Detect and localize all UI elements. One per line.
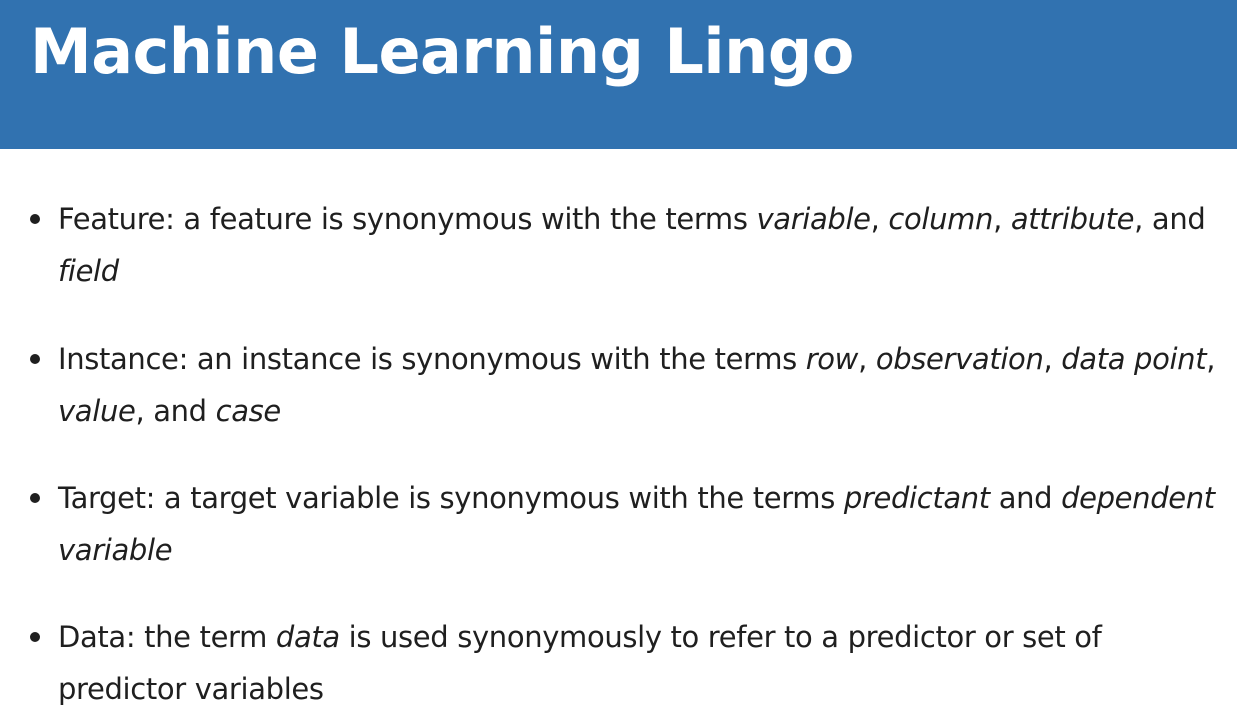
separator-text: and [989, 481, 1062, 515]
synonym: attribute [1010, 202, 1135, 236]
term-label: Data [58, 620, 126, 654]
term-label: Instance [58, 342, 179, 376]
synonym: value [58, 394, 136, 428]
synonym: observation [875, 342, 1044, 376]
separator-text: , [1043, 342, 1062, 376]
definition-text: : a feature is synonymous with the terms [165, 202, 757, 236]
separator-text: , [993, 202, 1011, 236]
separator-text: , [870, 202, 889, 236]
synonym: data [275, 620, 340, 654]
term-label: Target [58, 481, 146, 515]
bullet-target: Target: a target variable is synonymous … [30, 472, 1230, 576]
definition-text: : the term [125, 620, 276, 654]
definition-list: Feature: a feature is synonymous with th… [0, 0, 1237, 712]
separator-text: , [858, 342, 876, 376]
separator-text: , and [135, 394, 216, 428]
bullet-instance: Instance: an instance is synonymous with… [30, 333, 1230, 437]
synonym: column [888, 202, 994, 236]
term-label: Feature [58, 202, 166, 236]
separator-text: , and [1134, 202, 1206, 236]
definition-text: : an instance is synonymous with the ter… [178, 342, 806, 376]
definition-text: : a target variable is synonymous with t… [145, 481, 844, 515]
synonym: field [58, 254, 119, 288]
bullet-feature: Feature: a feature is synonymous with th… [30, 193, 1230, 297]
bullet-data: Data: the term data is used synonymously… [30, 611, 1230, 715]
separator-text: , [1206, 342, 1216, 376]
synonym: predictant [843, 481, 990, 515]
synonym: variable [756, 202, 871, 236]
synonym: case [215, 394, 282, 428]
synonym: data point [1061, 342, 1207, 376]
synonym: row [805, 342, 859, 376]
